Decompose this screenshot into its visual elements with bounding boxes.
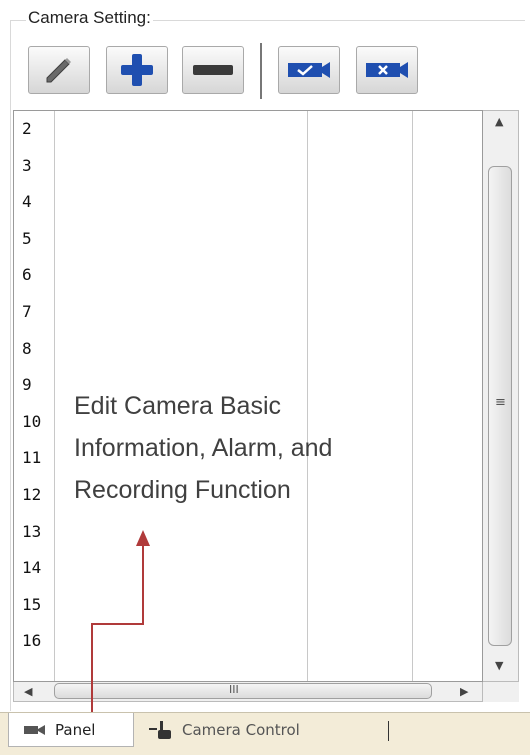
add-button[interactable] [106, 46, 168, 94]
horizontal-scrollbar[interactable]: ◀ III ▶ [13, 682, 483, 702]
row-number: 5 [22, 228, 32, 248]
row-number: 6 [22, 265, 32, 285]
edit-button[interactable] [28, 46, 90, 94]
vertical-grip: ≡ [495, 395, 506, 410]
row-number: 4 [22, 192, 32, 212]
pencil-icon [46, 58, 71, 83]
annotation-text: Edit Camera Basic Information, Alarm, an… [74, 385, 434, 511]
annotation-line-1: Edit Camera Basic [74, 392, 282, 420]
row-number: 13 [22, 521, 42, 541]
tab-bar: Panel Camera Control [0, 712, 530, 755]
row-number: 14 [22, 558, 42, 578]
annotation-line-2: Information, Alarm, and [74, 434, 333, 462]
camera-x-icon [366, 62, 408, 78]
toolbar-separator [260, 43, 262, 99]
scroll-left-arrow[interactable]: ◀ [24, 685, 32, 698]
row-number: 11 [22, 448, 42, 468]
row-number: 12 [22, 485, 42, 504]
scroll-right-arrow[interactable]: ▶ [460, 685, 468, 698]
row-number: 15 [22, 594, 42, 614]
remove-button[interactable] [182, 46, 244, 94]
row-number: 16 [22, 631, 42, 651]
tab-camera-control[interactable]: Camera Control [136, 713, 386, 747]
tab-camera-control-label: Camera Control [182, 721, 300, 739]
vertical-scrollbar[interactable]: ▲ ≡ ▼ [483, 110, 519, 682]
cancel-button[interactable] [356, 46, 418, 94]
tab-panel-label: Panel [55, 720, 96, 739]
vertical-scroll-thumb[interactable]: ≡ [488, 166, 512, 646]
row-number: 3 [22, 155, 32, 175]
row-number: 8 [22, 338, 32, 358]
horizontal-grip: III [229, 683, 239, 696]
hand-pointer-icon [149, 721, 171, 739]
row-number: 10 [22, 411, 42, 431]
annotation-line-3: Recording Function [74, 476, 291, 504]
scroll-down-arrow[interactable]: ▼ [495, 659, 503, 672]
scrollbar-corner [483, 682, 519, 702]
camera-icon [24, 724, 45, 735]
row-number: 9 [22, 375, 32, 395]
group-title: Camera Setting: [26, 8, 153, 28]
scroll-up-arrow[interactable]: ▲ [495, 115, 503, 128]
horizontal-scroll-thumb[interactable]: III [54, 683, 432, 699]
plus-icon [121, 54, 153, 86]
tab-panel[interactable]: Panel [8, 713, 134, 747]
column-divider [54, 111, 55, 681]
row-number: 7 [22, 302, 32, 321]
camera-check-icon [288, 62, 330, 78]
confirm-button[interactable] [278, 46, 340, 94]
minus-icon [193, 65, 233, 75]
row-number: 2 [22, 119, 32, 138]
tab-separator [388, 721, 389, 741]
